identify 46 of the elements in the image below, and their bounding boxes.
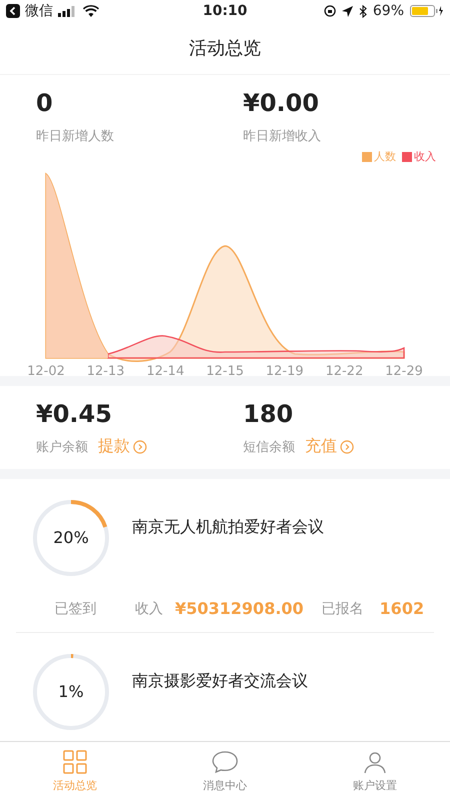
x-axis-label: 12-13	[86, 364, 125, 376]
wifi-icon	[83, 5, 99, 17]
x-axis-label: 12-02	[27, 364, 65, 376]
x-axis-label: 12-15	[206, 364, 244, 376]
stat-value: ¥0.00	[243, 89, 320, 117]
balance-label: 账户余额	[36, 438, 88, 456]
chevron-circle-icon	[133, 440, 147, 454]
battery-charging-icon	[410, 5, 444, 17]
tab[interactable]: 账户设置	[300, 742, 450, 800]
battery-percent: 69%	[372, 3, 404, 19]
chevron-circle-icon	[340, 440, 354, 454]
income-label: 收入	[135, 600, 163, 618]
stat-value: 0	[36, 89, 54, 117]
person-icon	[363, 750, 387, 774]
income-value: ¥50312908.00	[175, 599, 304, 618]
tab[interactable]: 活动总览	[0, 742, 150, 800]
signed-up-label: 已报名	[322, 600, 364, 618]
event-title[interactable]: 南京无人机航拍爱好者会议	[132, 517, 324, 538]
back-app-label[interactable]: 微信	[25, 2, 53, 20]
clock-time: 10:10	[202, 3, 248, 19]
balance-label: 短信余额	[243, 438, 295, 456]
legend-label: 收入	[414, 149, 436, 164]
x-axis-label: 12-22	[325, 364, 364, 376]
rotation-lock-icon	[324, 5, 336, 17]
signed-up-count: 1602	[380, 599, 424, 618]
location-icon	[342, 6, 353, 16]
balance-value: ¥0.45	[36, 400, 113, 428]
x-axis-label: 12-14	[146, 364, 184, 376]
bluetooth-icon	[358, 4, 367, 18]
stat-label: 昨日新增收入	[243, 128, 322, 145]
x-axis-label: 12-19	[266, 364, 304, 376]
action-link[interactable]: 充值	[305, 436, 354, 457]
back-icon[interactable]	[6, 4, 20, 18]
checked-in-label: 已签到	[54, 600, 98, 618]
x-axis-label: 12-29	[385, 364, 423, 376]
stat-label: 昨日新增人数	[36, 128, 115, 145]
action-link[interactable]: 提款	[98, 436, 147, 457]
progress-percent: 1%	[58, 684, 84, 700]
balance-value: 180	[243, 400, 294, 428]
chat-bubble-icon	[211, 750, 239, 774]
legend-label: 人数	[374, 149, 396, 164]
page-title: 活动总览	[189, 37, 261, 60]
progress-percent: 20%	[53, 530, 89, 546]
tab[interactable]: 消息中心	[150, 742, 300, 800]
grid-icon	[63, 750, 87, 774]
event-title[interactable]: 南京摄影爱好者交流会议	[132, 671, 308, 692]
